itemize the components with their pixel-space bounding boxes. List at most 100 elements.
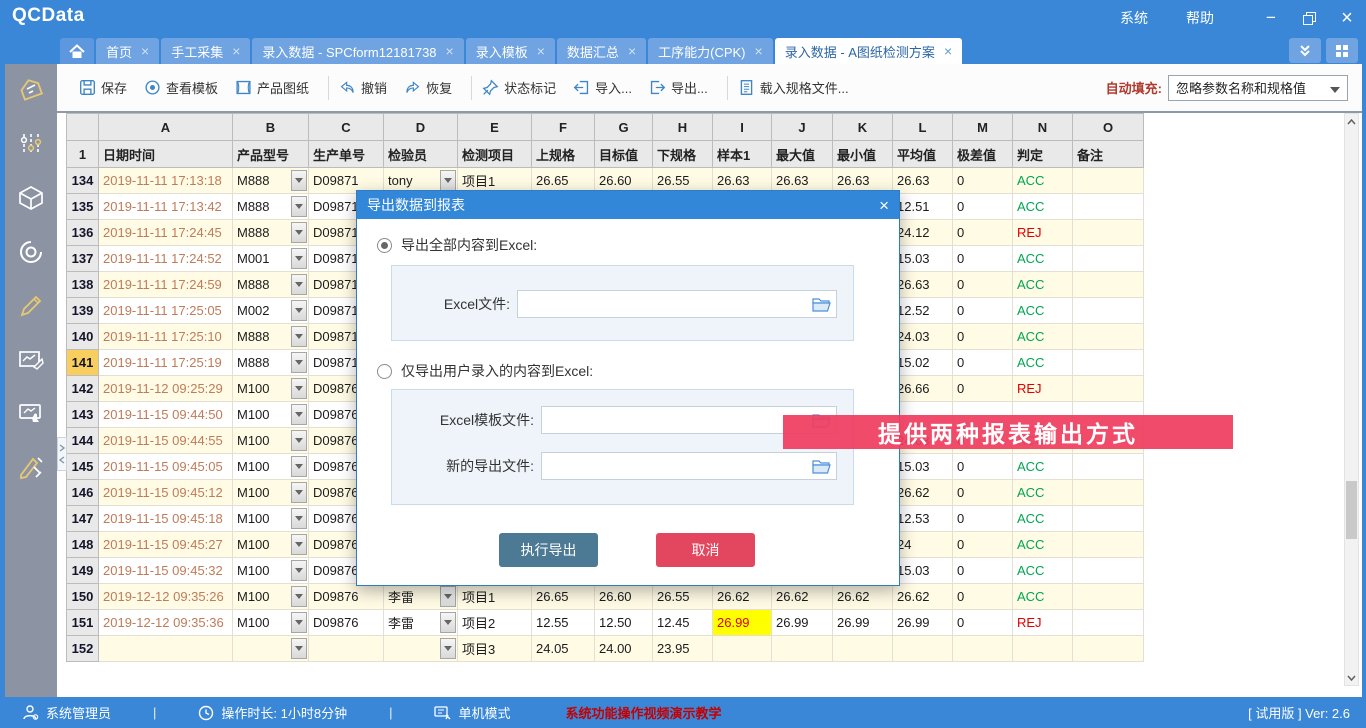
cell-m-152[interactable] bbox=[953, 636, 1013, 662]
cell-dropdown-button[interactable] bbox=[291, 638, 307, 659]
browse-excel-file-button[interactable] bbox=[812, 297, 831, 312]
cell-jd-140[interactable]: ACC bbox=[1013, 324, 1073, 350]
cell-l-151[interactable]: 26.99 bbox=[893, 610, 953, 636]
view-template-button[interactable]: 查看模板 bbox=[144, 78, 218, 97]
cell-m-146[interactable]: 0 bbox=[953, 480, 1013, 506]
cell-m-141[interactable]: 0 bbox=[953, 350, 1013, 376]
cell-m-148[interactable]: 0 bbox=[953, 532, 1013, 558]
sidebar-item-product[interactable] bbox=[18, 184, 45, 211]
cell-dropdown-button[interactable] bbox=[440, 612, 456, 633]
cell-f-150[interactable]: 26.65 bbox=[532, 584, 595, 610]
row-number-148[interactable]: 148 bbox=[67, 532, 99, 558]
cell-k-152[interactable] bbox=[833, 636, 893, 662]
cell-a-136[interactable]: 2019-11-11 17:24:45 bbox=[99, 220, 233, 246]
cell-dropdown-button[interactable] bbox=[291, 508, 307, 529]
column-header-K[interactable]: K bbox=[833, 114, 893, 141]
cell-o-151[interactable] bbox=[1073, 610, 1144, 636]
cell-jd-145[interactable]: ACC bbox=[1013, 454, 1073, 480]
tab-scroll-button[interactable] bbox=[1289, 38, 1321, 63]
cell-i-152[interactable] bbox=[713, 636, 772, 662]
cell-b-140[interactable]: M888 bbox=[233, 324, 309, 350]
cell-l-146[interactable]: 26.62 bbox=[893, 480, 953, 506]
cell-dropdown-button[interactable] bbox=[291, 352, 307, 373]
cell-l-135[interactable]: 12.51 bbox=[893, 194, 953, 220]
cell-m-137[interactable]: 0 bbox=[953, 246, 1013, 272]
import-button[interactable]: 导入... bbox=[573, 78, 632, 97]
column-header-J[interactable]: J bbox=[772, 114, 833, 141]
cell-b-151[interactable]: M100 bbox=[233, 610, 309, 636]
sidebar-item-tools[interactable] bbox=[18, 454, 45, 481]
row-number-136[interactable]: 136 bbox=[67, 220, 99, 246]
cell-dropdown-button[interactable] bbox=[291, 430, 307, 451]
cell-e-151[interactable]: 项目2 bbox=[458, 610, 532, 636]
cell-dropdown-button[interactable] bbox=[291, 248, 307, 269]
cell-b-137[interactable]: M001 bbox=[233, 246, 309, 272]
tutorial-link[interactable]: 系统功能操作视频演示教学 bbox=[566, 703, 722, 722]
column-header-M[interactable]: M bbox=[953, 114, 1013, 141]
cell-o-136[interactable] bbox=[1073, 220, 1144, 246]
scroll-down-button[interactable] bbox=[1345, 670, 1358, 685]
scrollbar-thumb[interactable] bbox=[1346, 481, 1357, 539]
cell-m-149[interactable]: 0 bbox=[953, 558, 1013, 584]
radio-unselected-icon[interactable] bbox=[377, 364, 392, 379]
cell-a-152[interactable] bbox=[99, 636, 233, 662]
cell-jd-136[interactable]: REJ bbox=[1013, 220, 1073, 246]
tab-5[interactable]: 工序能力(CPK)× bbox=[648, 38, 773, 64]
cell-jd-139[interactable]: ACC bbox=[1013, 298, 1073, 324]
row-number-135[interactable]: 135 bbox=[67, 194, 99, 220]
cell-g-150[interactable]: 26.60 bbox=[595, 584, 653, 610]
autofill-select[interactable]: 忽略参数名称和规格值 bbox=[1168, 75, 1348, 101]
row-number-138[interactable]: 138 bbox=[67, 272, 99, 298]
cell-m-151[interactable]: 0 bbox=[953, 610, 1013, 636]
menu-system[interactable]: 系统 bbox=[1120, 8, 1148, 28]
column-header-D[interactable]: D bbox=[384, 114, 458, 141]
row-number-151[interactable]: 151 bbox=[67, 610, 99, 636]
cell-jd-147[interactable]: ACC bbox=[1013, 506, 1073, 532]
cell-b-144[interactable]: M100 bbox=[233, 428, 309, 454]
row-number-134[interactable]: 134 bbox=[67, 168, 99, 194]
cell-e-150[interactable]: 项目1 bbox=[458, 584, 532, 610]
cell-g-152[interactable]: 24.00 bbox=[595, 636, 653, 662]
cell-o-150[interactable] bbox=[1073, 584, 1144, 610]
column-header-F[interactable]: F bbox=[532, 114, 595, 141]
cell-d-151[interactable]: 李雷 bbox=[384, 610, 458, 636]
cell-jd-151[interactable]: REJ bbox=[1013, 610, 1073, 636]
cell-m-147[interactable]: 0 bbox=[953, 506, 1013, 532]
column-header-H[interactable]: H bbox=[653, 114, 713, 141]
cell-a-135[interactable]: 2019-11-11 17:13:42 bbox=[99, 194, 233, 220]
cell-dropdown-button[interactable] bbox=[291, 482, 307, 503]
sidebar-item-entry[interactable] bbox=[18, 292, 45, 319]
cell-m-134[interactable]: 0 bbox=[953, 168, 1013, 194]
cell-o-141[interactable] bbox=[1073, 350, 1144, 376]
cell-dropdown-button[interactable] bbox=[291, 300, 307, 321]
row-number-152[interactable]: 152 bbox=[67, 636, 99, 662]
tab-list-button[interactable] bbox=[1326, 38, 1358, 63]
execute-export-button[interactable]: 执行导出 bbox=[499, 533, 598, 567]
cell-jd-141[interactable]: ACC bbox=[1013, 350, 1073, 376]
column-header-L[interactable]: L bbox=[893, 114, 953, 141]
cell-b-139[interactable]: M002 bbox=[233, 298, 309, 324]
cell-jd-146[interactable]: ACC bbox=[1013, 480, 1073, 506]
tab-close-icon[interactable]: × bbox=[537, 44, 545, 58]
product-drawing-button[interactable]: 产品图纸 bbox=[235, 78, 309, 97]
cell-a-137[interactable]: 2019-11-11 17:24:52 bbox=[99, 246, 233, 272]
tab-close-icon[interactable]: × bbox=[446, 44, 454, 58]
column-header-O[interactable]: O bbox=[1073, 114, 1144, 141]
cell-l-136[interactable]: 24.12 bbox=[893, 220, 953, 246]
cell-a-149[interactable]: 2019-11-15 09:45:32 bbox=[99, 558, 233, 584]
cell-dropdown-button[interactable] bbox=[291, 560, 307, 581]
tab-0[interactable]: 首页× bbox=[96, 38, 159, 64]
cell-f-151[interactable]: 12.55 bbox=[532, 610, 595, 636]
cell-l-140[interactable]: 24.03 bbox=[893, 324, 953, 350]
cell-i-150[interactable]: 26.62 bbox=[713, 584, 772, 610]
tab-close-icon[interactable]: × bbox=[944, 44, 952, 58]
cell-jd-149[interactable]: ACC bbox=[1013, 558, 1073, 584]
cancel-button[interactable]: 取消 bbox=[656, 533, 755, 567]
row-number-145[interactable]: 145 bbox=[67, 454, 99, 480]
cell-m-145[interactable]: 0 bbox=[953, 454, 1013, 480]
cell-m-150[interactable]: 0 bbox=[953, 584, 1013, 610]
cell-o-134[interactable] bbox=[1073, 168, 1144, 194]
row-number-147[interactable]: 147 bbox=[67, 506, 99, 532]
sidebar-item-target[interactable] bbox=[18, 238, 45, 265]
cell-jd-134[interactable]: ACC bbox=[1013, 168, 1073, 194]
